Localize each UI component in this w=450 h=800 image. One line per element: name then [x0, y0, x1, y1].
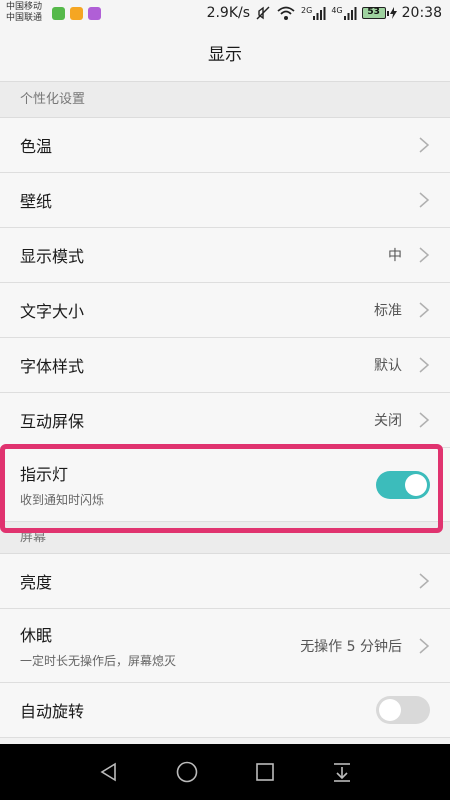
setting-label: 壁纸 [20, 192, 53, 211]
chevron-right-icon [419, 357, 430, 373]
signal-icon-1: 2G [301, 6, 326, 20]
recents-icon[interactable] [254, 761, 276, 783]
battery-icon: 53 [361, 7, 397, 19]
setting-label: 显示模式 [20, 247, 85, 266]
chevron-right-icon [419, 302, 430, 318]
setting-description: 收到通知时闪烁 [20, 493, 105, 507]
setting-label: 指示灯 [20, 465, 69, 484]
carrier-1: 中国移动 [6, 2, 43, 12]
chevron-right-icon [419, 192, 430, 208]
toggle-knob [379, 699, 401, 721]
section-header-screen: 屏幕 [0, 522, 450, 554]
notification-pull-down-icon[interactable] [331, 761, 353, 783]
setting-value: 默认 [374, 358, 402, 374]
home-icon[interactable] [175, 760, 199, 784]
carrier-info: 中国移动 中国联通 [6, 2, 42, 24]
wifi-icon [276, 5, 296, 21]
battery-level: 53 [361, 7, 386, 19]
setting-label: 文字大小 [20, 302, 85, 321]
signal-icon-2: 4G [331, 6, 357, 20]
chevron-right-icon [419, 637, 430, 654]
chevron-right-icon [419, 247, 430, 263]
setting-label: 互动屏保 [20, 412, 85, 431]
setting-value: 无操作 5 分钟后 [300, 638, 402, 655]
setting-label: 休眠 [20, 626, 53, 645]
setting-sleep[interactable]: 休眠 一定时长无操作后，屏幕熄灭 无操作 5 分钟后 [0, 609, 450, 683]
app-notification-icon-2 [70, 7, 83, 20]
setting-value: 标准 [374, 303, 402, 319]
carrier-2: 中国联通 [6, 13, 43, 23]
setting-label: 字体样式 [20, 357, 85, 376]
settings-list: 个性化设置 色温 壁纸 显示模式 中 文字大小 标准 字体样式 默认 互动屏保 … [0, 82, 450, 738]
setting-text-size[interactable]: 文字大小 标准 [0, 283, 450, 338]
auto-rotate-toggle[interactable] [376, 696, 430, 724]
back-icon[interactable] [98, 761, 120, 783]
chevron-right-icon [419, 137, 430, 153]
network-speed: 2.9K/s [206, 5, 251, 21]
network-type-2: 4G [331, 6, 343, 15]
setting-label: 亮度 [20, 573, 53, 592]
setting-color-temperature[interactable]: 色温 [0, 118, 450, 173]
navigation-bar [0, 744, 450, 800]
notification-icons [52, 7, 101, 20]
setting-wallpaper[interactable]: 壁纸 [0, 173, 450, 228]
setting-brightness[interactable]: 亮度 [0, 554, 450, 609]
section-header-personalization: 个性化设置 [0, 82, 450, 118]
setting-indicator-light[interactable]: 指示灯 收到通知时闪烁 [0, 448, 450, 522]
clock: 20:38 [401, 5, 442, 21]
setting-description: 一定时长无操作后，屏幕熄灭 [20, 654, 177, 668]
setting-font-style[interactable]: 字体样式 默认 [0, 338, 450, 393]
toggle-knob [405, 473, 427, 496]
setting-label: 色温 [20, 137, 53, 156]
app-notification-icon-1 [52, 7, 65, 20]
setting-label: 自动旋转 [20, 702, 85, 721]
indicator-light-toggle[interactable] [376, 470, 430, 499]
setting-interactive-screensaver[interactable]: 互动屏保 关闭 [0, 393, 450, 448]
setting-value: 关闭 [374, 413, 402, 429]
setting-auto-rotate[interactable]: 自动旋转 [0, 683, 450, 738]
chevron-right-icon [419, 573, 430, 589]
setting-display-mode[interactable]: 显示模式 中 [0, 228, 450, 283]
status-bar: 中国移动 中国联通 2.9K/s 2G 4G 53 20:38 [0, 0, 450, 28]
mute-icon [255, 5, 271, 21]
page-title: 显示 [0, 28, 450, 82]
network-type-1: 2G [301, 6, 313, 15]
setting-value: 中 [388, 248, 402, 264]
chevron-right-icon [419, 412, 430, 428]
app-notification-icon-3 [88, 7, 101, 20]
